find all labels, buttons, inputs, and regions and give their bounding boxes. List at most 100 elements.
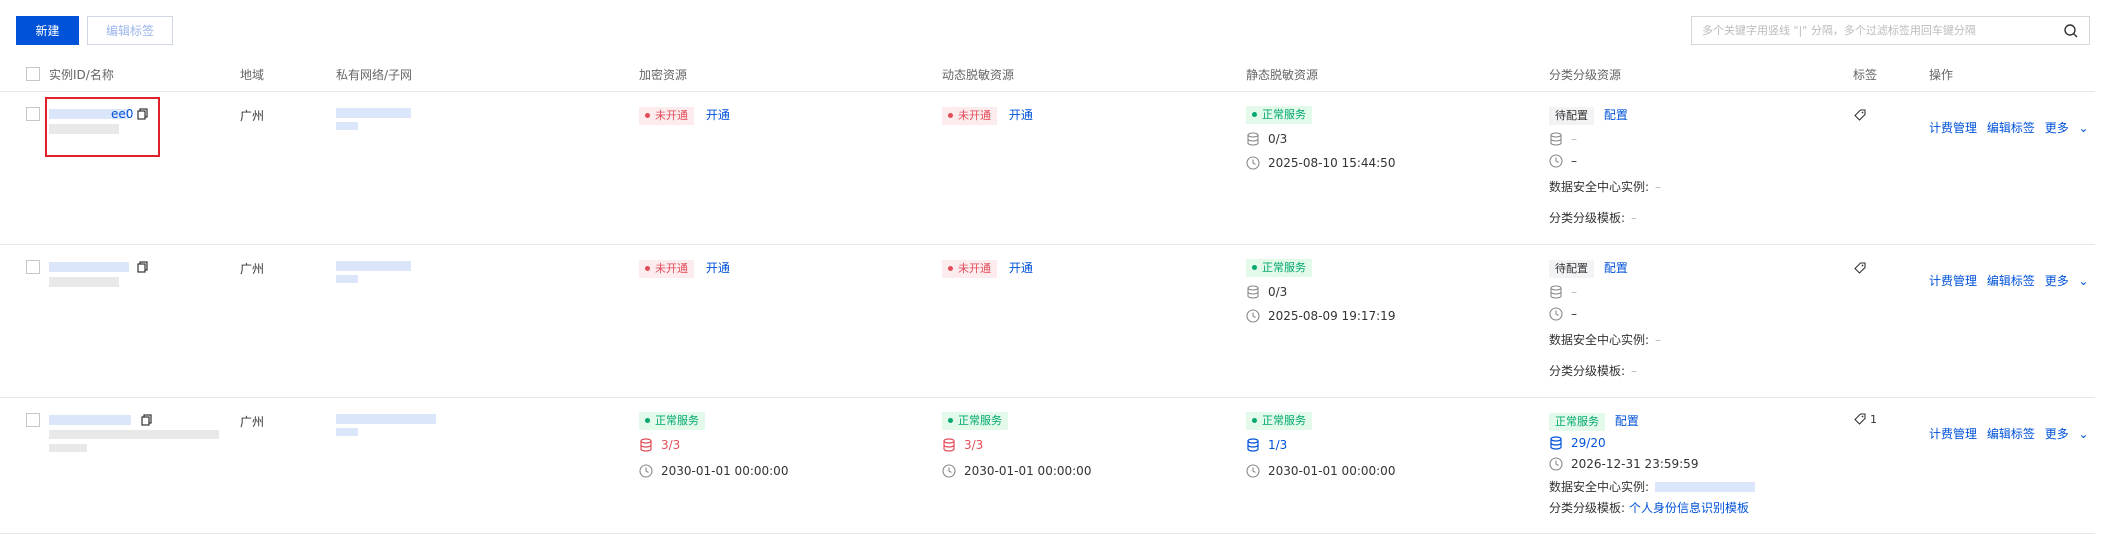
tag-count[interactable]: 1	[1853, 412, 1877, 426]
status-badge: 未开通	[942, 107, 997, 125]
chevron-down-icon: ⌄	[2078, 427, 2089, 441]
status-badge: 待配置	[1549, 260, 1594, 278]
clock-icon	[639, 464, 653, 478]
classification-cell: 待配置 配置	[1549, 259, 1628, 278]
row-actions: 计费管理 编辑标签 更多 ⌄	[1929, 272, 2101, 289]
instance-name-redacted-2	[49, 444, 87, 452]
static-masking-cell: 正常服务	[1246, 259, 1312, 277]
vpc-redacted[interactable]	[336, 108, 411, 118]
more-dropdown[interactable]: 更多 ⌄	[2045, 121, 2095, 135]
clock-icon	[1549, 154, 1563, 168]
cls-time-line: –	[1549, 307, 1577, 321]
vpc-redacted[interactable]	[336, 261, 411, 271]
subnet-redacted[interactable]	[336, 428, 358, 436]
more-dropdown[interactable]: 更多 ⌄	[2045, 274, 2095, 288]
header-dynamic-masking: 动态脱敏资源	[942, 68, 1015, 82]
dsc-line: 数据安全中心实例: –	[1549, 179, 1662, 195]
configure-link[interactable]: 配置	[1615, 414, 1639, 428]
database-icon	[1247, 438, 1259, 452]
cls-db-line: –	[1549, 132, 1577, 146]
static-masking-cell: 正常服务	[1246, 106, 1312, 124]
region-text: 广州	[240, 415, 265, 429]
db-count-line: 1/3	[1246, 438, 1287, 452]
header-actions: 操作	[1929, 68, 1954, 82]
database-icon	[640, 438, 652, 452]
new-button[interactable]: 新建	[16, 16, 79, 45]
template-line: 分类分级模板: –	[1549, 363, 1638, 379]
db-count-line: 0/3	[1246, 132, 1287, 146]
instance-id-redacted[interactable]	[49, 262, 129, 272]
status-badge: 未开通	[639, 107, 694, 125]
billing-link[interactable]: 计费管理	[1929, 121, 1977, 135]
edit-tags-button[interactable]: 编辑标签	[87, 16, 173, 45]
time-line: 2030-01-01 00:00:00	[1246, 464, 1395, 478]
clock-icon	[1246, 156, 1260, 170]
billing-link[interactable]: 计费管理	[1929, 427, 1977, 441]
enable-link[interactable]: 开通	[1009, 261, 1033, 275]
status-badge: 正常服务	[1246, 412, 1312, 430]
header-tags: 标签	[1853, 68, 1878, 82]
search-input[interactable]	[1692, 17, 2052, 44]
time-line: 2025-08-09 19:17:19	[1246, 309, 1395, 323]
enable-link[interactable]: 开通	[1009, 108, 1033, 122]
template-link[interactable]: 个人身份信息识别模板	[1629, 499, 1749, 516]
search-box[interactable]	[1691, 16, 2090, 45]
instance-name-redacted	[49, 430, 219, 439]
template-line: 分类分级模板: –	[1549, 210, 1638, 226]
tag-icon[interactable]	[1853, 412, 1867, 426]
tag-icon[interactable]	[1853, 261, 1867, 275]
tag-count-value: 1	[1870, 412, 1877, 426]
cls-db-line: –	[1549, 285, 1577, 299]
status-badge: 正常服务	[1246, 106, 1312, 124]
encryption-cell: 正常服务	[639, 412, 705, 430]
more-dropdown[interactable]: 更多 ⌄	[2045, 427, 2095, 441]
instance-id-redacted[interactable]	[49, 415, 131, 425]
region-text: 广州	[240, 109, 265, 123]
vpc-redacted[interactable]	[336, 414, 436, 424]
configure-link[interactable]: 配置	[1604, 261, 1628, 275]
select-all-checkbox[interactable]	[26, 67, 40, 81]
clock-icon	[942, 464, 956, 478]
subnet-redacted[interactable]	[336, 122, 358, 130]
row-checkbox[interactable]	[26, 107, 40, 121]
time-line: 2030-01-01 00:00:00	[639, 464, 788, 478]
classification-cell: 待配置 配置	[1549, 106, 1628, 125]
subnet-redacted[interactable]	[336, 275, 358, 283]
edit-tags-link[interactable]: 编辑标签	[1987, 121, 2035, 135]
edit-tags-link[interactable]: 编辑标签	[1987, 427, 2035, 441]
row-checkbox[interactable]	[26, 413, 40, 427]
status-badge: 未开通	[639, 260, 694, 278]
database-icon	[1550, 132, 1562, 146]
database-icon	[943, 438, 955, 452]
tag-icon[interactable]	[1853, 108, 1867, 122]
instance-name-redacted	[49, 277, 119, 287]
copy-icon[interactable]	[141, 414, 153, 426]
configure-link[interactable]: 配置	[1604, 108, 1628, 122]
enable-link[interactable]: 开通	[706, 261, 730, 275]
template-line: 分类分级模板: 个人身份信息识别模板	[1549, 499, 1750, 516]
time-line: 2025-08-10 15:44:50	[1246, 156, 1395, 170]
search-icon[interactable]	[2063, 23, 2079, 39]
table-header: 实例ID/名称 地域 私有网络/子网 加密资源 动态脱敏资源 静态脱敏资源 分类…	[0, 58, 2095, 92]
status-badge: 正常服务	[1549, 413, 1605, 431]
database-icon	[1247, 285, 1259, 299]
encryption-cell: 未开通 开通	[639, 259, 730, 278]
status-badge: 正常服务	[1246, 259, 1312, 277]
billing-link[interactable]: 计费管理	[1929, 274, 1977, 288]
dsc-line: 数据安全中心实例: –	[1549, 332, 1662, 348]
row-checkbox[interactable]	[26, 260, 40, 274]
db-count-line: 3/3	[639, 438, 680, 452]
dsc-instance-redacted[interactable]	[1655, 481, 1756, 492]
edit-tags-link[interactable]: 编辑标签	[1987, 274, 2035, 288]
cls-time-line: –	[1549, 154, 1577, 168]
row-actions: 计费管理 编辑标签 更多 ⌄	[1929, 119, 2101, 136]
db-count-line: 3/3	[942, 438, 983, 452]
header-instance: 实例ID/名称	[49, 68, 114, 82]
chevron-down-icon: ⌄	[2078, 121, 2089, 135]
database-icon	[1550, 285, 1562, 299]
copy-icon[interactable]	[137, 261, 149, 273]
enable-link[interactable]: 开通	[706, 108, 730, 122]
status-badge: 待配置	[1549, 107, 1594, 125]
status-badge: 未开通	[942, 260, 997, 278]
encryption-cell: 未开通 开通	[639, 106, 730, 125]
